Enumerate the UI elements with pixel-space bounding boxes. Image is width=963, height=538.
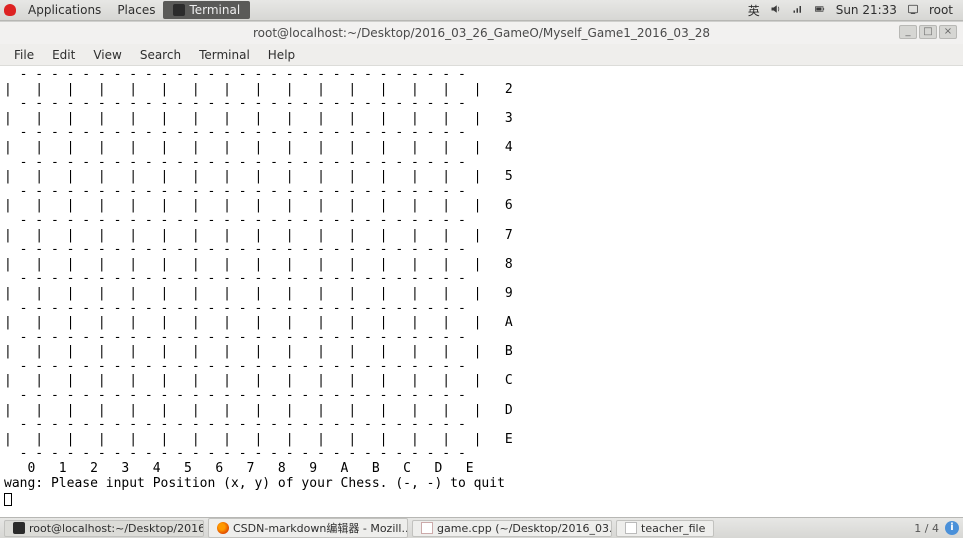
applications-menu[interactable]: Applications bbox=[20, 3, 109, 17]
user-label[interactable]: root bbox=[929, 3, 953, 17]
top-panel: Applications Places Terminal 英 Sun 21:33… bbox=[0, 0, 963, 21]
task-document[interactable]: teacher_file bbox=[616, 520, 714, 537]
task-terminal[interactable]: root@localhost:~/Desktop/2016... bbox=[4, 520, 204, 537]
terminal-icon bbox=[13, 522, 25, 534]
volume-icon[interactable] bbox=[770, 3, 782, 18]
bottom-taskbar: root@localhost:~/Desktop/2016... CSDN-ma… bbox=[0, 517, 963, 538]
clock[interactable]: Sun 21:33 bbox=[836, 3, 897, 17]
terminal-viewport[interactable]: - - - - - - - - - - - - - - - - - - - - … bbox=[0, 66, 963, 517]
ime-indicator[interactable]: 英 bbox=[748, 2, 760, 19]
menu-terminal[interactable]: Terminal bbox=[191, 46, 258, 64]
active-app-label: Terminal bbox=[189, 3, 240, 17]
task-gedit[interactable]: game.cpp (~/Desktop/2016_03.... bbox=[412, 520, 612, 537]
terminal-icon bbox=[173, 4, 185, 16]
firefox-icon bbox=[217, 522, 229, 534]
menubar: File Edit View Search Terminal Help bbox=[0, 44, 963, 66]
task-label: root@localhost:~/Desktop/2016... bbox=[29, 522, 204, 535]
gedit-icon bbox=[421, 522, 433, 534]
minimize-button[interactable]: _ bbox=[899, 25, 917, 39]
task-label: game.cpp (~/Desktop/2016_03.... bbox=[437, 522, 612, 535]
active-app-indicator[interactable]: Terminal bbox=[163, 1, 250, 19]
menu-edit[interactable]: Edit bbox=[44, 46, 83, 64]
system-tray: 英 Sun 21:33 root bbox=[748, 2, 959, 19]
maximize-button[interactable]: □ bbox=[919, 25, 937, 39]
menu-view[interactable]: View bbox=[85, 46, 129, 64]
network-icon[interactable] bbox=[792, 3, 804, 18]
terminal-cursor bbox=[4, 493, 12, 506]
task-firefox[interactable]: CSDN-markdown编辑器 - Mozill... bbox=[208, 518, 408, 538]
task-label: CSDN-markdown编辑器 - Mozill... bbox=[233, 520, 408, 536]
terminal-output: - - - - - - - - - - - - - - - - - - - - … bbox=[4, 68, 959, 506]
places-menu[interactable]: Places bbox=[109, 3, 163, 17]
user-icon bbox=[907, 3, 919, 18]
distro-icon bbox=[4, 4, 16, 16]
workspace-indicator[interactable]: 1 / 4 bbox=[908, 522, 945, 535]
task-label: teacher_file bbox=[641, 522, 705, 535]
window-titlebar[interactable]: root@localhost:~/Desktop/2016_03_26_Game… bbox=[0, 22, 963, 44]
document-icon bbox=[625, 522, 637, 534]
close-button[interactable]: × bbox=[939, 25, 957, 39]
menu-search[interactable]: Search bbox=[132, 46, 189, 64]
terminal-window: root@localhost:~/Desktop/2016_03_26_Game… bbox=[0, 21, 963, 517]
menu-help[interactable]: Help bbox=[260, 46, 303, 64]
window-title: root@localhost:~/Desktop/2016_03_26_Game… bbox=[253, 26, 710, 40]
battery-icon[interactable] bbox=[814, 3, 826, 18]
info-icon[interactable]: i bbox=[945, 521, 959, 535]
menu-file[interactable]: File bbox=[6, 46, 42, 64]
